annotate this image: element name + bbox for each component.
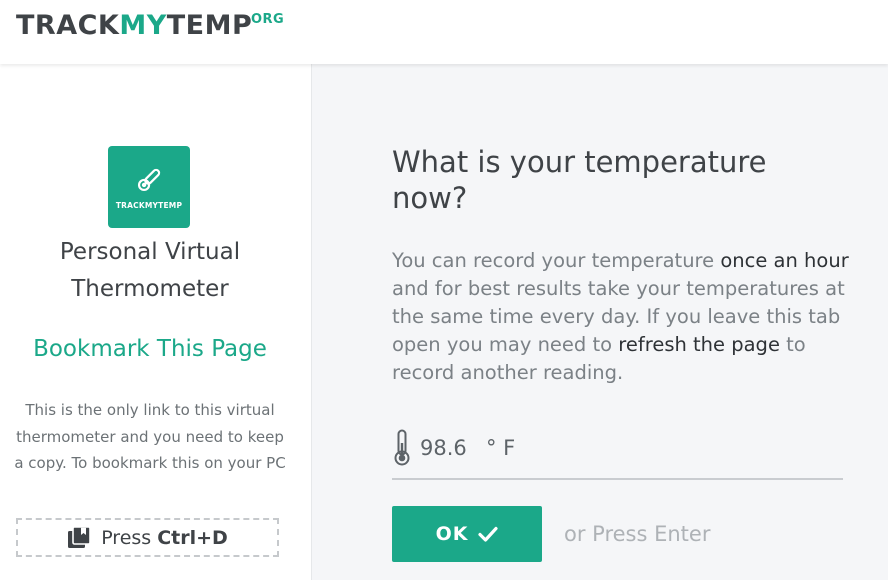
ok-button-label: OK [435, 523, 469, 545]
page-title: What is your temperature now? [392, 145, 767, 215]
logo-track: TRACK [16, 10, 120, 41]
instructions-emphasis: refresh the page [618, 333, 780, 356]
instructions: You can record your temperature once an … [392, 247, 852, 387]
ok-button[interactable]: OK [392, 506, 542, 562]
site-logo[interactable]: TRACKMYTEMP [16, 10, 252, 41]
instructions-emphasis: once an hour [720, 249, 849, 272]
app-icon: TRACKMYTEMP [108, 146, 190, 228]
main-panel: What is your temperature now? You can re… [312, 64, 888, 580]
temperature-unit: ° F [486, 436, 516, 460]
app-subtitle: Personal Virtual Thermometer [59, 239, 241, 302]
press-label: Press [101, 526, 152, 549]
enter-hint: or Press Enter [564, 522, 711, 546]
bookmark-heading: Bookmark This Page [33, 336, 267, 362]
app-icon-label: TRACKMYTEMP [115, 201, 183, 210]
press-keys: Ctrl+D [157, 526, 228, 549]
checkmark-icon [478, 526, 499, 542]
thermometer-icon [392, 429, 412, 471]
logo-my: MY [119, 10, 167, 41]
logo-temp: TEMP [166, 10, 253, 41]
bookmark-icon [67, 526, 91, 549]
site-header: TRACKMYTEMP ORG [0, 0, 888, 64]
logo-org: ORG [251, 12, 285, 27]
temperature-field[interactable]: ° F [392, 426, 843, 480]
bookmark-note: This is the only link to this virtual th… [14, 401, 286, 472]
thermometer-icon [137, 168, 161, 192]
sidebar: TRACKMYTEMP Personal Virtual Thermometer… [0, 64, 312, 580]
bookmark-shortcut-box: Press Ctrl+D [16, 518, 279, 557]
instructions-part: You can record your temperature [392, 249, 721, 272]
